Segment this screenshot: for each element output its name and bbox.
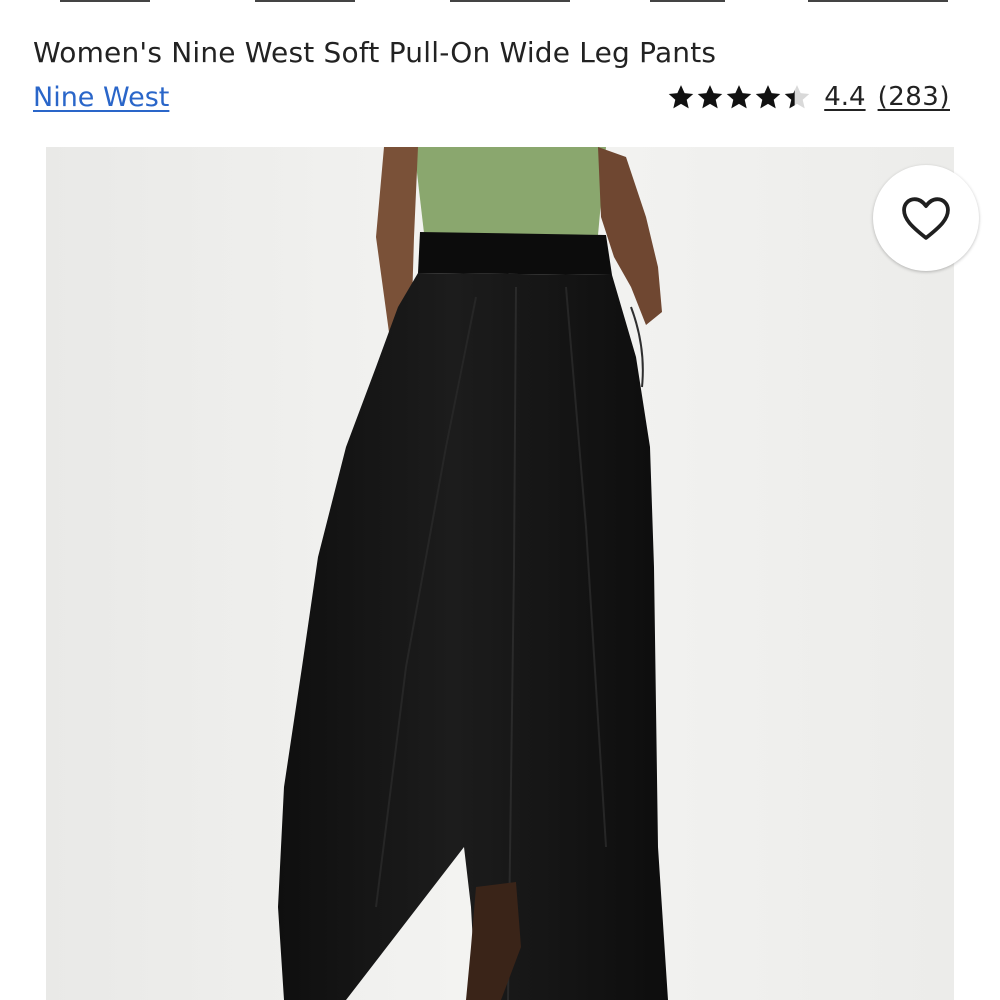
product-rating[interactable]: 4.4 (283) [666, 80, 950, 114]
heart-outline-icon [902, 197, 950, 240]
product-title: Women's Nine West Soft Pull-On Wide Leg … [33, 36, 717, 69]
rating-value-link[interactable]: 4.4 [824, 82, 865, 112]
star-half-icon [784, 85, 810, 109]
product-image[interactable] [46, 147, 954, 1000]
top-nav-remnant [0, 0, 1000, 6]
star-icon [697, 85, 723, 109]
product-photo-illustration [46, 147, 954, 1000]
review-count-link[interactable]: (283) [878, 82, 950, 112]
favorite-button[interactable] [873, 165, 979, 271]
star-icon [755, 85, 781, 109]
star-rating [666, 82, 812, 112]
brand-link[interactable]: Nine West [33, 82, 169, 113]
star-icon [668, 85, 694, 109]
star-icon [726, 85, 752, 109]
